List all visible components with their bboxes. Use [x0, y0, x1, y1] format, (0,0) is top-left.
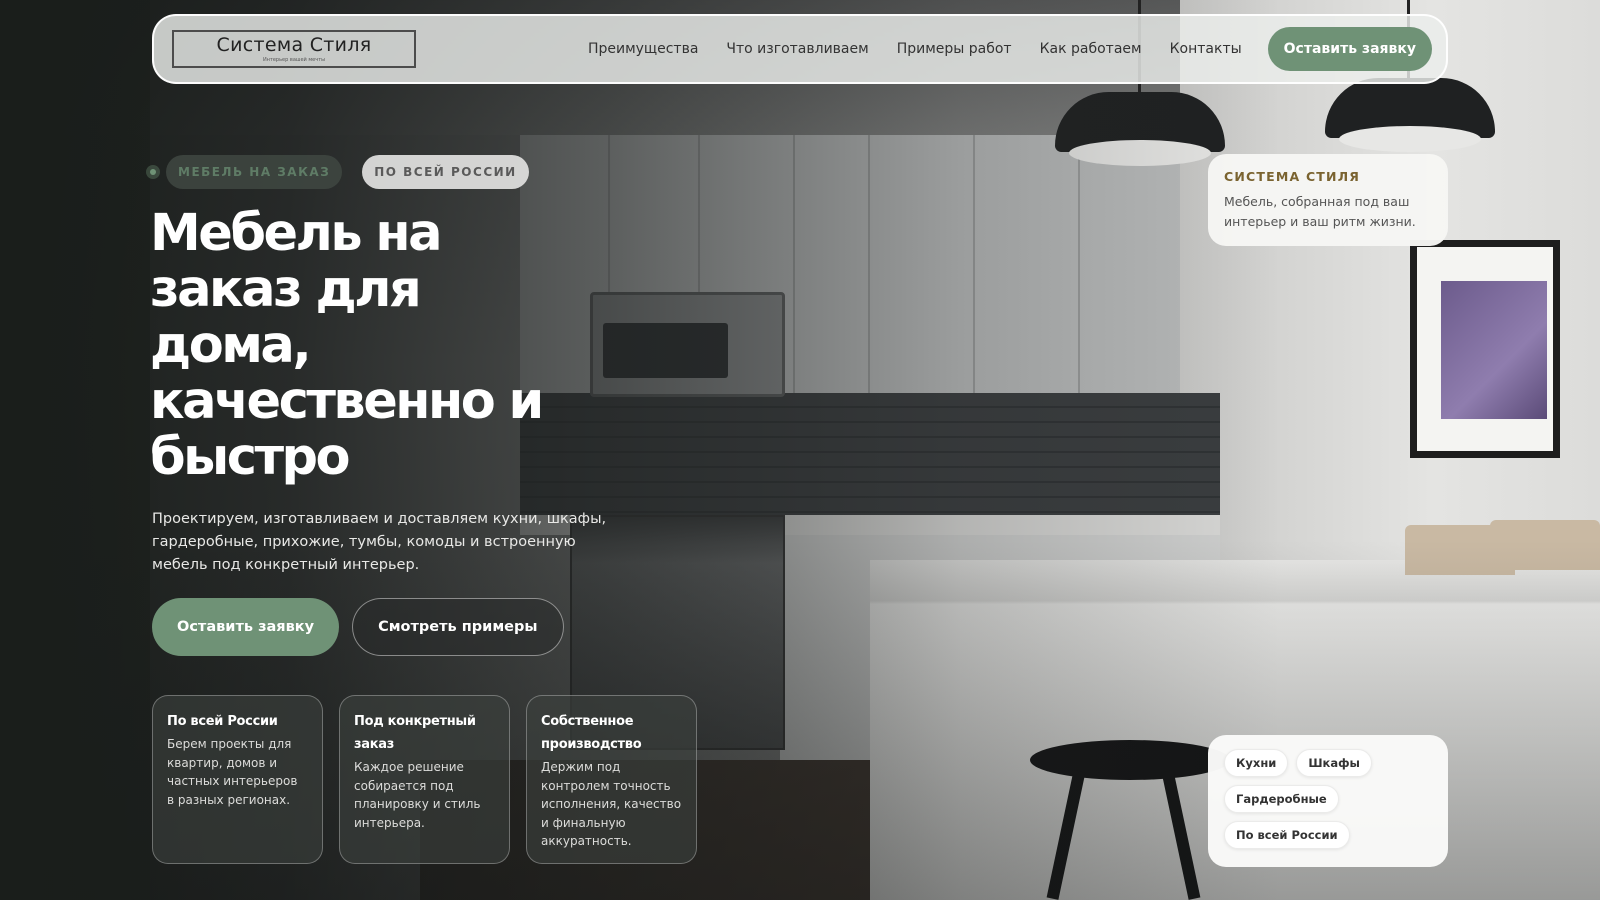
- status-dot-icon: [146, 165, 160, 179]
- tag-all-russia[interactable]: По всей России: [1224, 821, 1350, 849]
- nav-link-products[interactable]: Что изготавливаем: [726, 41, 868, 57]
- view-examples-button[interactable]: Смотреть примеры: [352, 598, 564, 656]
- nav-link-portfolio[interactable]: Примеры работ: [897, 41, 1012, 57]
- nav-link-advantages[interactable]: Преимущества: [588, 41, 698, 57]
- feature-text: Держим под контролем точность исполнения…: [541, 760, 682, 848]
- feature-text: Берем проекты для квартир, домов и частн…: [167, 737, 298, 807]
- brand-card-text: Мебель, собранная под ваш интерьер и ваш…: [1224, 194, 1416, 229]
- logo-title: Система Стиля: [216, 33, 372, 56]
- category-tags-card: Кухни Шкафы Гардеробные По всей России: [1208, 735, 1448, 867]
- brand-card-title: СИСТЕМА СТИЛЯ: [1224, 169, 1361, 184]
- tag-walk-in-closets[interactable]: Гардеробные: [1224, 785, 1339, 813]
- badge-custom-furniture: МЕБЕЛЬ НА ЗАКАЗ: [166, 155, 343, 189]
- tag-kitchens[interactable]: Кухни: [1224, 749, 1289, 777]
- feature-card: Собственное производство Держим под конт…: [526, 695, 697, 864]
- nav-link-contacts[interactable]: Контакты: [1170, 41, 1242, 57]
- feature-title: Собственное производство: [541, 714, 642, 752]
- tag-wardrobes[interactable]: Шкафы: [1296, 749, 1372, 777]
- hero-title: Мебель на заказ для дома, качественно и …: [150, 204, 544, 487]
- brand-info-card: СИСТЕМА СТИЛЯ Мебель, собранная под ваш …: [1208, 154, 1448, 246]
- nav-request-button[interactable]: Оставить заявку: [1267, 27, 1432, 71]
- logo[interactable]: Система Стиля Интерьер вашей мечты: [172, 30, 416, 68]
- left-dark-strip: [0, 0, 150, 900]
- hero-actions: Оставить заявку Смотреть примеры: [152, 598, 564, 656]
- feature-text: Каждое решение собирается под планировку…: [354, 760, 481, 830]
- logo-tagline: Интерьер вашей мечты: [262, 56, 326, 63]
- hero-request-button[interactable]: Оставить заявку: [152, 598, 340, 656]
- feature-cards: По всей России Берем проекты для квартир…: [152, 695, 697, 864]
- feature-title: По всей России: [167, 714, 278, 729]
- nav-link-process[interactable]: Как работаем: [1040, 41, 1142, 57]
- top-navigation: Система Стиля Интерьер вашей мечты Преим…: [152, 14, 1448, 84]
- badge-all-russia: ПО ВСЕЙ РОССИИ: [362, 155, 529, 189]
- feature-card: Под конкретный заказ Каждое решение соби…: [339, 695, 510, 864]
- hero-badges: МЕБЕЛЬ НА ЗАКАЗ ПО ВСЕЙ РОССИИ: [146, 155, 529, 189]
- hero-description: Проектируем, изготавливаем и доставляем …: [152, 511, 607, 573]
- feature-card: По всей России Берем проекты для квартир…: [152, 695, 323, 864]
- feature-title: Под конкретный заказ: [354, 714, 476, 752]
- nav-links: Преимущества Что изготавливаем Примеры р…: [588, 41, 1242, 57]
